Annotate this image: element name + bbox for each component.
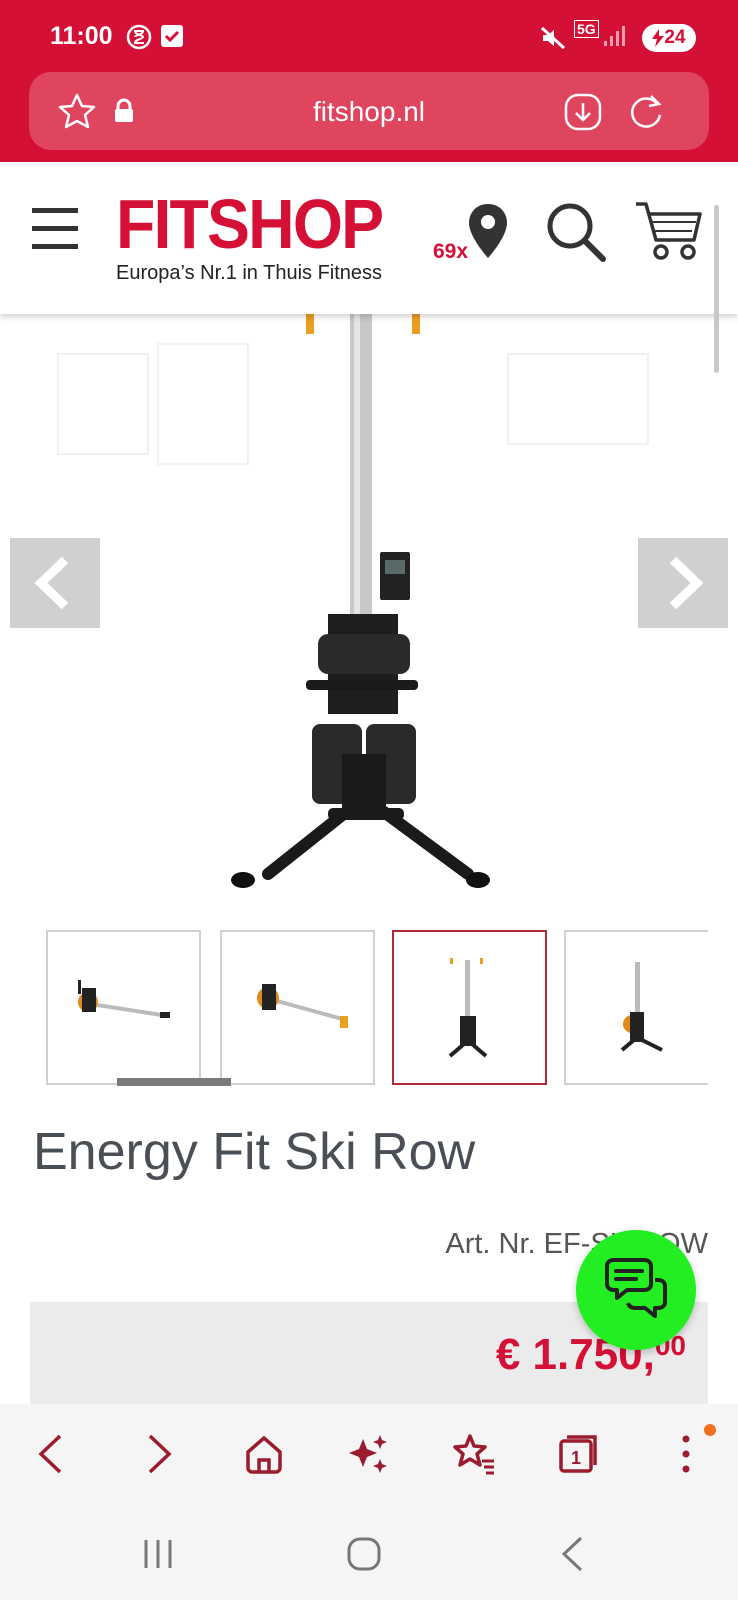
- battery-indicator: 24: [642, 24, 696, 52]
- browser-toolbar: 1: [0, 1404, 738, 1504]
- page-scrollbar[interactable]: [714, 205, 719, 373]
- back-icon: [38, 1434, 62, 1474]
- thumbnail-scrollbar[interactable]: [117, 1078, 231, 1086]
- signal-icon: [604, 26, 625, 46]
- search-icon[interactable]: [546, 202, 608, 262]
- reload-icon[interactable]: [627, 90, 667, 132]
- download-icon[interactable]: [563, 92, 603, 132]
- cart-icon[interactable]: [634, 200, 704, 262]
- tabs-icon: 1: [559, 1435, 597, 1473]
- thumbnail-1-image: [77, 980, 170, 1018]
- thumbnail-2-image: [257, 984, 348, 1028]
- more-icon: [682, 1435, 690, 1473]
- thumbnail-3-image: [448, 958, 488, 1058]
- image-prev-button[interactable]: [10, 538, 100, 628]
- ski-row-machine-image: [57, 314, 649, 888]
- chevron-right-icon: [669, 556, 704, 610]
- thumbnail-4-image: [620, 962, 663, 1052]
- thumbnail-3[interactable]: [392, 930, 547, 1085]
- mute-icon: [540, 26, 566, 50]
- thumbnail-4[interactable]: [564, 930, 708, 1085]
- browser-forward-button[interactable]: [110, 1404, 210, 1504]
- logo-tagline: Europa’s Nr.1 in Thuis Fitness: [116, 262, 383, 284]
- chevron-left-icon: [34, 556, 69, 610]
- browser-home-button[interactable]: [214, 1404, 314, 1504]
- thumbnail-2[interactable]: [220, 930, 375, 1085]
- thumbnail-1[interactable]: [46, 930, 201, 1085]
- menu-icon[interactable]: [32, 206, 80, 252]
- hourglass-notification-icon: [126, 24, 152, 50]
- product-title: Energy Fit Ski Row: [33, 1123, 476, 1181]
- url-text[interactable]: fitshop.nl: [29, 96, 709, 128]
- status-time: 11:00: [50, 22, 113, 50]
- charging-bolt-icon: [652, 29, 665, 47]
- address-bar[interactable]: fitshop.nl: [29, 72, 709, 150]
- chat-button[interactable]: [576, 1230, 696, 1350]
- recent-apps-button[interactable]: [98, 1524, 218, 1584]
- browser-more-button[interactable]: [636, 1404, 736, 1504]
- thumbnail-strip: [46, 930, 708, 1086]
- store-count[interactable]: 69x: [433, 240, 468, 264]
- browser-tabs-button[interactable]: 1: [528, 1404, 628, 1504]
- status-bar: 11:00 5G 24: [0, 0, 738, 70]
- sparkle-icon: [349, 1435, 387, 1473]
- logo-wordmark: FITSHOP: [116, 185, 384, 263]
- bookmarks-icon: [453, 1434, 494, 1475]
- browser-url-area: fitshop.nl: [0, 70, 738, 162]
- tabs-count: 1: [571, 1448, 581, 1468]
- recent-apps-icon: [144, 1540, 172, 1568]
- system-navigation-bar: [0, 1504, 738, 1600]
- battery-level: 24: [664, 27, 686, 48]
- forward-icon: [148, 1434, 172, 1474]
- network-5g-label: 5G: [574, 20, 599, 38]
- notification-dot: [704, 1424, 716, 1436]
- browser-bookmarks-button[interactable]: [424, 1404, 524, 1504]
- home-circle-icon: [347, 1537, 381, 1571]
- location-pin-icon[interactable]: [466, 202, 510, 260]
- browser-ai-button[interactable]: [318, 1404, 418, 1504]
- back-nav-button[interactable]: [512, 1524, 632, 1584]
- image-next-button[interactable]: [638, 538, 728, 628]
- browser-back-button[interactable]: [0, 1404, 100, 1504]
- site-header: FITSHOP Europa’s Nr.1 in Thuis Fitness 6…: [0, 162, 738, 314]
- chat-bubbles-icon: [605, 1258, 667, 1318]
- back-chevron-icon: [561, 1536, 583, 1572]
- check-notification-icon: [161, 25, 183, 47]
- home-icon: [246, 1436, 282, 1474]
- home-nav-button[interactable]: [304, 1524, 424, 1584]
- product-main-image[interactable]: [28, 314, 710, 914]
- fitshop-logo[interactable]: FITSHOP Europa’s Nr.1 in Thuis Fitness: [116, 185, 406, 290]
